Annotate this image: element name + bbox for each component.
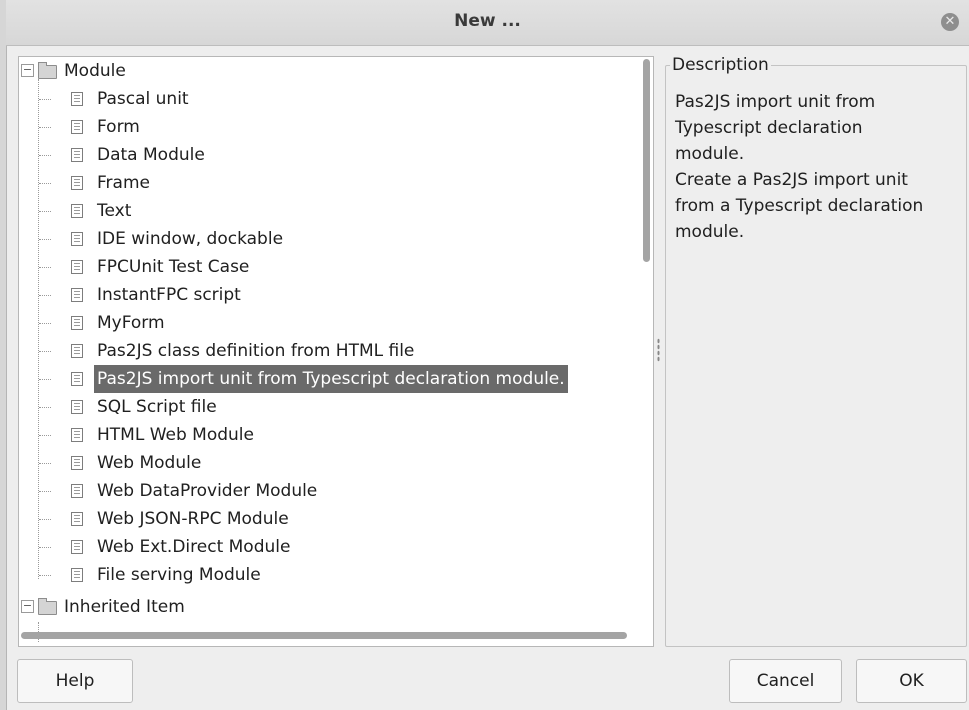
- tree-item[interactable]: Form: [19, 113, 649, 141]
- document-icon: [71, 344, 83, 358]
- tree-item[interactable]: Web DataProvider Module: [19, 477, 649, 505]
- description-legend: Description: [670, 55, 771, 75]
- tree-connector: [39, 407, 51, 408]
- description-text: Pas2JS import unit from Typescript decla…: [675, 89, 965, 245]
- tree-connector: [39, 463, 51, 464]
- tree-item-label: Form: [97, 117, 140, 137]
- tree-node-module[interactable]: − Module: [19, 57, 649, 85]
- document-icon: [71, 372, 83, 386]
- tree-connector: [39, 99, 51, 100]
- collapse-icon[interactable]: −: [21, 64, 34, 77]
- dialog-title: New ...: [454, 11, 521, 31]
- document-icon: [71, 568, 83, 582]
- tree-connector: [39, 155, 51, 156]
- description-line: Pas2JS import unit from: [675, 92, 876, 112]
- document-icon: [71, 428, 83, 442]
- tree-connector: [39, 575, 51, 576]
- tree-item[interactable]: IDE window, dockable: [19, 225, 649, 253]
- document-icon: [71, 512, 83, 526]
- tree-item-label: Web Module: [97, 453, 202, 473]
- document-icon: [71, 120, 83, 134]
- tree-item[interactable]: Pas2JS class definition from HTML file: [19, 337, 649, 365]
- description-line: Typescript declaration: [675, 118, 863, 138]
- title-bar[interactable]: New ... ✕: [6, 0, 969, 46]
- tree-item[interactable]: File serving Module: [19, 561, 649, 589]
- tree-connector: [39, 295, 51, 296]
- tree-item[interactable]: Data Module: [19, 141, 649, 169]
- tree-connector: [39, 379, 51, 380]
- tree-item[interactable]: Web Ext.Direct Module: [19, 533, 649, 561]
- tree-item-label: SQL Script file: [97, 397, 217, 417]
- document-icon: [71, 148, 83, 162]
- help-button[interactable]: Help: [17, 659, 133, 703]
- tree-node-label: Inherited Item: [64, 597, 185, 617]
- tree-connector: [39, 519, 51, 520]
- document-icon: [71, 232, 83, 246]
- vertical-scrollbar-thumb[interactable]: [643, 59, 650, 262]
- document-icon: [71, 204, 83, 218]
- folder-icon: [38, 62, 57, 79]
- tree-connector: [39, 211, 51, 212]
- tree-item[interactable]: Frame: [19, 169, 649, 197]
- tree-item-label: FPCUnit Test Case: [97, 257, 250, 277]
- close-icon[interactable]: ✕: [941, 13, 959, 31]
- tree-item[interactable]: Web JSON-RPC Module: [19, 505, 649, 533]
- tree-item-label: Pascal unit: [97, 89, 189, 109]
- collapse-icon[interactable]: −: [21, 600, 34, 613]
- tree-item-label: Pas2JS import unit from Typescript decla…: [94, 365, 568, 393]
- document-icon: [71, 484, 83, 498]
- folder-icon: [38, 598, 57, 615]
- item-tree[interactable]: − Module Pascal unit Form Data Module Fr…: [18, 56, 654, 647]
- description-line: module.: [675, 222, 745, 242]
- tree-item[interactable]: InstantFPC script: [19, 281, 649, 309]
- tree-item-label: Text: [97, 201, 132, 221]
- tree-item-label: Frame: [97, 173, 150, 193]
- document-icon: [71, 316, 83, 330]
- document-icon: [71, 288, 83, 302]
- tree-item-label: IDE window, dockable: [97, 229, 284, 249]
- left-window-edge: [0, 0, 7, 710]
- description-line: Create a Pas2JS import unit: [675, 170, 908, 190]
- tree-item[interactable]: Text: [19, 197, 649, 225]
- tree-item-label: Web DataProvider Module: [97, 481, 318, 501]
- tree-item[interactable]: FPCUnit Test Case: [19, 253, 649, 281]
- document-icon: [71, 176, 83, 190]
- document-icon: [71, 456, 83, 470]
- tree-item-label: Data Module: [97, 145, 205, 165]
- description-line: from a Typescript declaration: [675, 196, 924, 216]
- tree-connector: [39, 239, 51, 240]
- tree-item[interactable]: MyForm: [19, 309, 649, 337]
- tree-item-label: InstantFPC script: [97, 285, 241, 305]
- tree-item[interactable]: Pascal unit: [19, 85, 649, 113]
- document-icon: [71, 540, 83, 554]
- tree-item[interactable]: Web Module: [19, 449, 649, 477]
- document-icon: [71, 400, 83, 414]
- document-icon: [71, 92, 83, 106]
- tree-connector: [39, 183, 51, 184]
- tree-node-inherited-item[interactable]: − Inherited Item: [19, 593, 649, 621]
- cancel-button[interactable]: Cancel: [729, 659, 842, 703]
- tree-connector: [39, 267, 51, 268]
- tree-item-label: HTML Web Module: [97, 425, 254, 445]
- tree-item-label: MyForm: [97, 313, 165, 333]
- tree-item-selected[interactable]: Pas2JS import unit from Typescript decla…: [19, 365, 649, 393]
- tree-item-label: File serving Module: [97, 565, 261, 585]
- tree-item[interactable]: HTML Web Module: [19, 421, 649, 449]
- tree-connector: [39, 435, 51, 436]
- ok-button[interactable]: OK: [856, 659, 967, 703]
- document-icon: [71, 260, 83, 274]
- tree-connector: [39, 127, 51, 128]
- tree-item[interactable]: SQL Script file: [19, 393, 649, 421]
- splitter-handle[interactable]: [657, 338, 660, 362]
- horizontal-scrollbar-thumb[interactable]: [21, 632, 627, 639]
- tree-item-label: Web JSON-RPC Module: [97, 509, 289, 529]
- tree-node-label: Module: [64, 61, 126, 81]
- tree-connector: [39, 351, 51, 352]
- tree-connector: [39, 323, 51, 324]
- tree-connector: [39, 491, 51, 492]
- tree-connector: [39, 547, 51, 548]
- tree-item-label: Web Ext.Direct Module: [97, 537, 291, 557]
- tree-item-label: Pas2JS class definition from HTML file: [97, 341, 415, 361]
- description-line: module.: [675, 144, 745, 164]
